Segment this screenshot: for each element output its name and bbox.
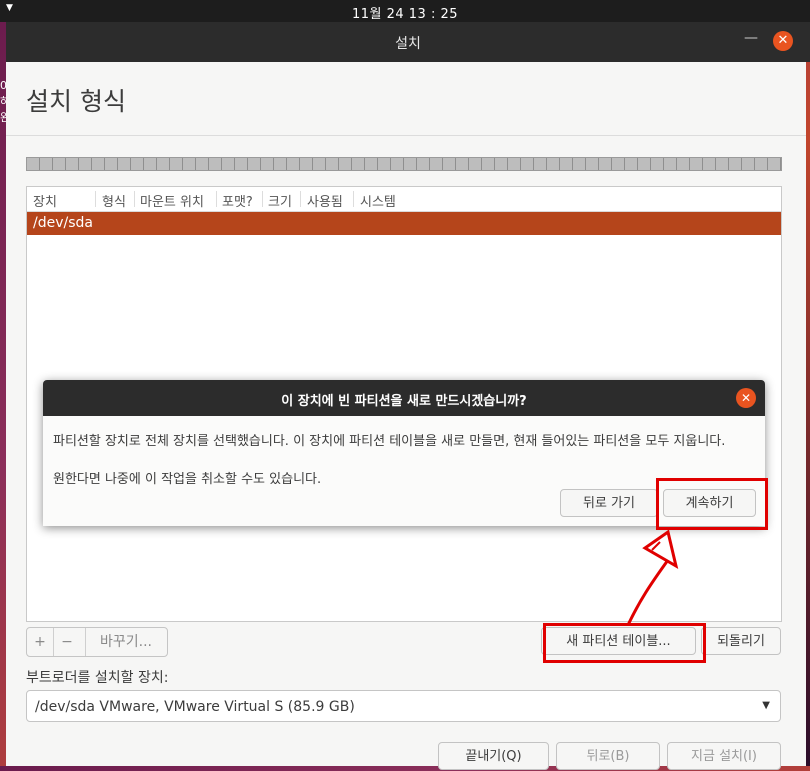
column-header-type[interactable]: 형식 [102, 191, 126, 210]
window-title: 설치 [395, 36, 421, 52]
dialog-title: 이 장치에 빈 파티션을 새로 만드시겠습니까? [281, 394, 527, 409]
dropdown-arrow-icon: ▼ [762, 700, 770, 711]
column-header-format[interactable]: 포맷? [222, 191, 253, 210]
bootloader-label: 부트로더를 설치할 장치: [26, 670, 169, 686]
column-divider [216, 191, 217, 207]
bootloader-device-select[interactable]: /dev/sda VMware, VMware Virtual S (85.9 … [26, 690, 781, 722]
revert-button[interactable]: 되돌리기 [701, 627, 781, 655]
table-row[interactable]: /dev/sda [27, 212, 781, 235]
table-header: 장치 형식 마운트 위치 포맷? 크기 사용됨 시스템 [27, 187, 781, 212]
annotation-box-new-partition [543, 623, 706, 663]
page-title: 설치 형식 [26, 87, 126, 116]
divider [6, 135, 806, 136]
column-header-device[interactable]: 장치 [33, 191, 57, 210]
window-titlebar: 설치 — ✕ [6, 22, 810, 62]
column-divider [134, 191, 135, 207]
partition-bar [26, 157, 782, 171]
close-button[interactable]: ✕ [773, 31, 793, 51]
change-partition-button[interactable]: 바꾸기... [86, 628, 166, 656]
dialog-note: 원한다면 나중에 이 작업을 취소할 수도 있습니다. [53, 472, 322, 487]
remove-partition-button[interactable]: − [54, 628, 80, 656]
column-header-size[interactable]: 크기 [268, 191, 292, 210]
column-header-used[interactable]: 사용됨 [307, 191, 343, 210]
partition-toolbar: + − 바꾸기... [26, 627, 168, 657]
column-header-system[interactable]: 시스템 [360, 191, 396, 210]
minimize-button[interactable]: — [744, 30, 758, 50]
dialog-back-button[interactable]: 뒤로 가기 [560, 489, 658, 517]
dialog-close-button[interactable]: ✕ [736, 388, 756, 408]
device-cell: /dev/sda [33, 215, 93, 231]
dialog-titlebar: 이 장치에 빈 파티션을 새로 만드시겠습니까? ✕ [43, 380, 765, 416]
column-header-mount[interactable]: 마운트 위치 [140, 191, 204, 210]
clock[interactable]: 11월 24 13 : 25 [0, 3, 810, 22]
column-divider [95, 191, 96, 207]
column-divider [353, 191, 354, 207]
top-bar: ▼ 11월 24 13 : 25 [0, 0, 810, 22]
column-divider [300, 191, 301, 207]
dialog-message: 파티션할 장치로 전체 장치를 선택했습니다. 이 장치에 파티션 테이블을 새… [53, 434, 726, 449]
add-partition-button[interactable]: + [27, 628, 53, 656]
annotation-box-continue [656, 478, 768, 530]
bootloader-value: /dev/sda VMware, VMware Virtual S (85.9 … [35, 699, 355, 715]
column-divider [262, 191, 263, 207]
